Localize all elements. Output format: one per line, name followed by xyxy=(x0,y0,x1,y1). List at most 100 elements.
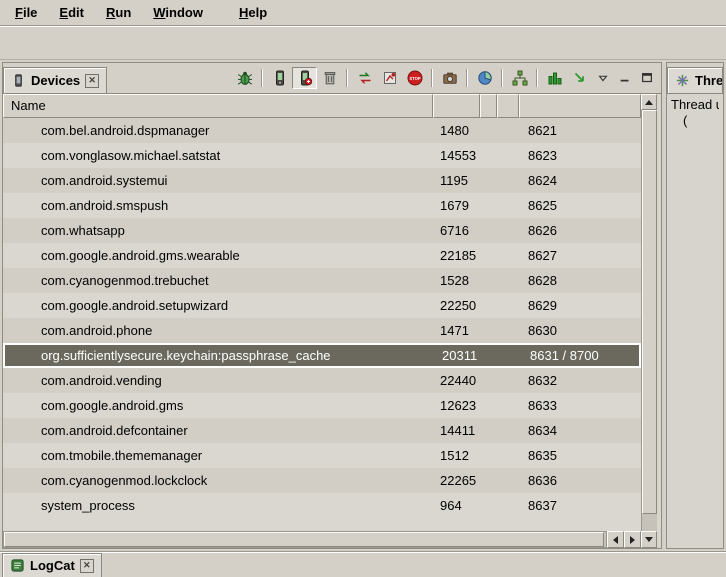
vertical-scrollbar[interactable] xyxy=(641,94,657,548)
threads-tab-bar: Threads xyxy=(667,63,723,93)
table-row[interactable]: com.android.smspush16798625 xyxy=(3,193,641,218)
process-pid: 14553 xyxy=(433,148,480,163)
toolbar-separator xyxy=(431,69,433,87)
tab-logcat[interactable]: LogCat ✕ xyxy=(2,553,102,577)
table-row[interactable]: com.android.phone1471 8630 xyxy=(3,318,641,343)
stop-process-icon[interactable]: STOP xyxy=(402,67,427,89)
process-name: com.whatsapp xyxy=(3,223,433,238)
process-port: 8637 xyxy=(519,498,641,513)
tab-devices[interactable]: Devices ✕ xyxy=(3,67,107,94)
process-name: com.android.defcontainer xyxy=(3,423,433,438)
table-row[interactable]: com.android.systemui11958624 xyxy=(3,168,641,193)
process-port: 8627 xyxy=(519,248,641,263)
process-pid: 22440 xyxy=(433,373,480,388)
horizontal-scroll-track[interactable] xyxy=(3,531,607,548)
main-area: Devices ✕ STOP xyxy=(0,60,726,551)
horizontal-scrollbar[interactable] xyxy=(3,531,641,548)
process-name: com.android.phone xyxy=(3,323,433,338)
toolbar-separator xyxy=(466,69,468,87)
process-name: com.bel.android.dspmanager xyxy=(3,123,433,138)
tab-devices-label: Devices xyxy=(31,73,80,88)
maximize-icon[interactable] xyxy=(636,68,658,88)
menu-help[interactable]: Help xyxy=(228,2,278,24)
table-row[interactable]: com.google.android.gms.wearable221858627 xyxy=(3,243,641,268)
table-row[interactable]: com.google.android.setupwizard222508629 xyxy=(3,293,641,318)
toolbar-separator xyxy=(536,69,538,87)
system-info-icon[interactable] xyxy=(472,67,497,89)
update-heap-icon[interactable] xyxy=(292,67,317,89)
scroll-up-button[interactable] xyxy=(641,94,657,110)
toolbar-separator xyxy=(261,69,263,87)
process-pid: 20311 xyxy=(435,348,482,363)
process-name: com.tmobile.thememanager xyxy=(3,448,433,463)
table-row[interactable]: system_process9648637 xyxy=(3,493,641,518)
debug-process-icon[interactable] xyxy=(232,67,257,89)
process-pid: 1528 xyxy=(433,273,480,288)
process-port: 8631 / 8700 xyxy=(521,348,639,363)
process-name: system_process xyxy=(3,498,433,513)
allocation-tracker-icon[interactable] xyxy=(542,67,567,89)
table-row[interactable]: com.android.vending224408632 xyxy=(3,368,641,393)
column-header-1[interactable] xyxy=(480,94,497,118)
table-row[interactable]: com.google.android.gms126238633 xyxy=(3,393,641,418)
process-port: 8623 xyxy=(519,148,641,163)
menu-window[interactable]: Window xyxy=(142,2,214,24)
table-row[interactable]: com.android.defcontainer144118634 xyxy=(3,418,641,443)
vertical-scroll-track[interactable] xyxy=(641,110,657,531)
process-port: 8630 xyxy=(519,323,641,338)
process-name: org.sufficientlysecure.keychain:passphra… xyxy=(5,348,435,363)
table-row[interactable]: org.sufficientlysecure.keychain:passphra… xyxy=(3,343,641,368)
heap-icon[interactable] xyxy=(267,67,292,89)
process-name: com.cyanogenmod.trebuchet xyxy=(3,273,433,288)
screen-capture-icon[interactable] xyxy=(437,67,462,89)
method-profiling-icon[interactable] xyxy=(377,67,402,89)
horizontal-scroll-thumb[interactable] xyxy=(4,532,604,547)
view-menu-icon[interactable] xyxy=(592,68,614,88)
column-header-name[interactable]: Name xyxy=(3,94,433,118)
process-table-body: com.bel.android.dspmanager14808621com.vo… xyxy=(3,118,641,531)
tab-threads[interactable]: Threads xyxy=(667,67,723,94)
process-port: 8629 xyxy=(519,298,641,313)
cause-gc-icon[interactable] xyxy=(317,67,342,89)
process-pid: 12623 xyxy=(433,398,480,413)
up-arrow-icon xyxy=(645,100,653,105)
table-row[interactable]: com.bel.android.dspmanager14808621 xyxy=(3,118,641,143)
column-header-pid[interactable] xyxy=(433,94,480,118)
scroll-left-button[interactable] xyxy=(607,531,624,548)
minimize-icon[interactable] xyxy=(614,68,636,88)
gc-run-icon[interactable] xyxy=(567,67,592,89)
table-row[interactable]: com.whatsapp6716 8626 xyxy=(3,218,641,243)
threads-view: Threads Thread up ( xyxy=(666,62,724,549)
process-pid: 1471 xyxy=(433,323,480,338)
scroll-down-button[interactable] xyxy=(641,531,657,548)
process-port: 8633 xyxy=(519,398,641,413)
vertical-scroll-thumb[interactable] xyxy=(642,110,657,514)
threads-message-line1: Thread up xyxy=(671,97,719,113)
scroll-right-button[interactable] xyxy=(624,531,641,548)
column-header-2[interactable] xyxy=(497,94,519,118)
menubar: FileEditRunWindow Help xyxy=(0,0,726,26)
process-pid: 6716 xyxy=(433,223,480,238)
column-header-port[interactable] xyxy=(519,94,641,118)
svg-text:STOP: STOP xyxy=(409,76,421,81)
close-icon[interactable]: ✕ xyxy=(80,559,94,573)
toolbar-separator xyxy=(346,69,348,87)
menu-edit[interactable]: Edit xyxy=(48,2,95,24)
table-row[interactable]: com.vonglasow.michael.satstat145538623 xyxy=(3,143,641,168)
update-threads-icon[interactable] xyxy=(352,67,377,89)
down-arrow-icon xyxy=(645,537,653,542)
process-pid: 1512 xyxy=(433,448,480,463)
hierarchy-view-icon[interactable] xyxy=(507,67,532,89)
threads-message-line2: ( xyxy=(671,113,719,129)
main-toolbar xyxy=(0,26,726,60)
table-row[interactable]: com.cyanogenmod.lockclock222658636 xyxy=(3,468,641,493)
process-pid: 1480 xyxy=(433,123,480,138)
table-row[interactable]: com.cyanogenmod.trebuchet15288628 xyxy=(3,268,641,293)
menu-run[interactable]: Run xyxy=(95,2,142,24)
close-icon[interactable]: ✕ xyxy=(85,74,99,88)
process-table: Name com.bel.android.dspmanager14808621c… xyxy=(3,93,661,548)
process-port: 8636 xyxy=(519,473,641,488)
process-port: 8626 xyxy=(519,223,641,238)
table-row[interactable]: com.tmobile.thememanager15128635 xyxy=(3,443,641,468)
menu-file[interactable]: File xyxy=(4,2,48,24)
